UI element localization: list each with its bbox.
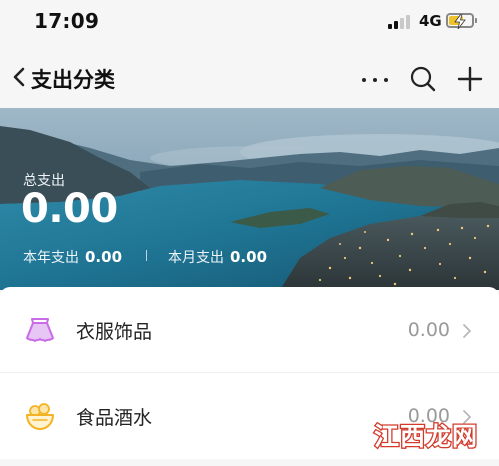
more-dots-icon [362, 78, 366, 82]
network-type: 4G [419, 12, 442, 30]
battery-icon [446, 13, 477, 29]
category-amount: 0.00 [407, 319, 450, 341]
expense-summary-banner: 总支出 0.00 本年支出 0.00 本月支出 0.00 [0, 108, 499, 290]
stat-divider [146, 250, 147, 261]
search-button[interactable] [408, 64, 438, 94]
add-button[interactable] [455, 64, 485, 94]
page-title: 支出分类 [31, 68, 115, 92]
status-time: 17:09 [34, 9, 100, 33]
clothing-skirt-icon [26, 318, 54, 342]
year-expense-stat: 本年支出 0.00 [23, 247, 122, 267]
category-item-clothing[interactable]: 衣服饰品 0.00 [0, 287, 499, 373]
year-expense-value: 0.00 [85, 248, 123, 266]
total-expense-amount: 0.00 [21, 186, 118, 232]
plus-icon [457, 66, 483, 92]
month-expense-value: 0.00 [230, 248, 268, 266]
search-icon [410, 66, 436, 92]
signal-icon [388, 15, 414, 29]
food-basket-icon [26, 403, 54, 430]
more-button[interactable] [358, 64, 392, 94]
site-watermark-logo: 江西龙网 [373, 421, 479, 453]
category-name: 衣服饰品 [76, 321, 153, 343]
back-button[interactable] [8, 62, 32, 92]
status-bar: 17:09 4G [0, 0, 499, 44]
nav-bar: 支出分类 [0, 44, 499, 110]
svg-text:江西龙网: 江西龙网 [374, 422, 478, 451]
year-expense-label: 本年支出 [23, 250, 79, 266]
month-expense-label: 本月支出 [168, 250, 224, 266]
chevron-right-icon [463, 324, 471, 338]
back-chevron-icon [13, 67, 25, 87]
category-name: 食品酒水 [76, 407, 153, 429]
month-expense-stat: 本月支出 0.00 [168, 247, 267, 267]
